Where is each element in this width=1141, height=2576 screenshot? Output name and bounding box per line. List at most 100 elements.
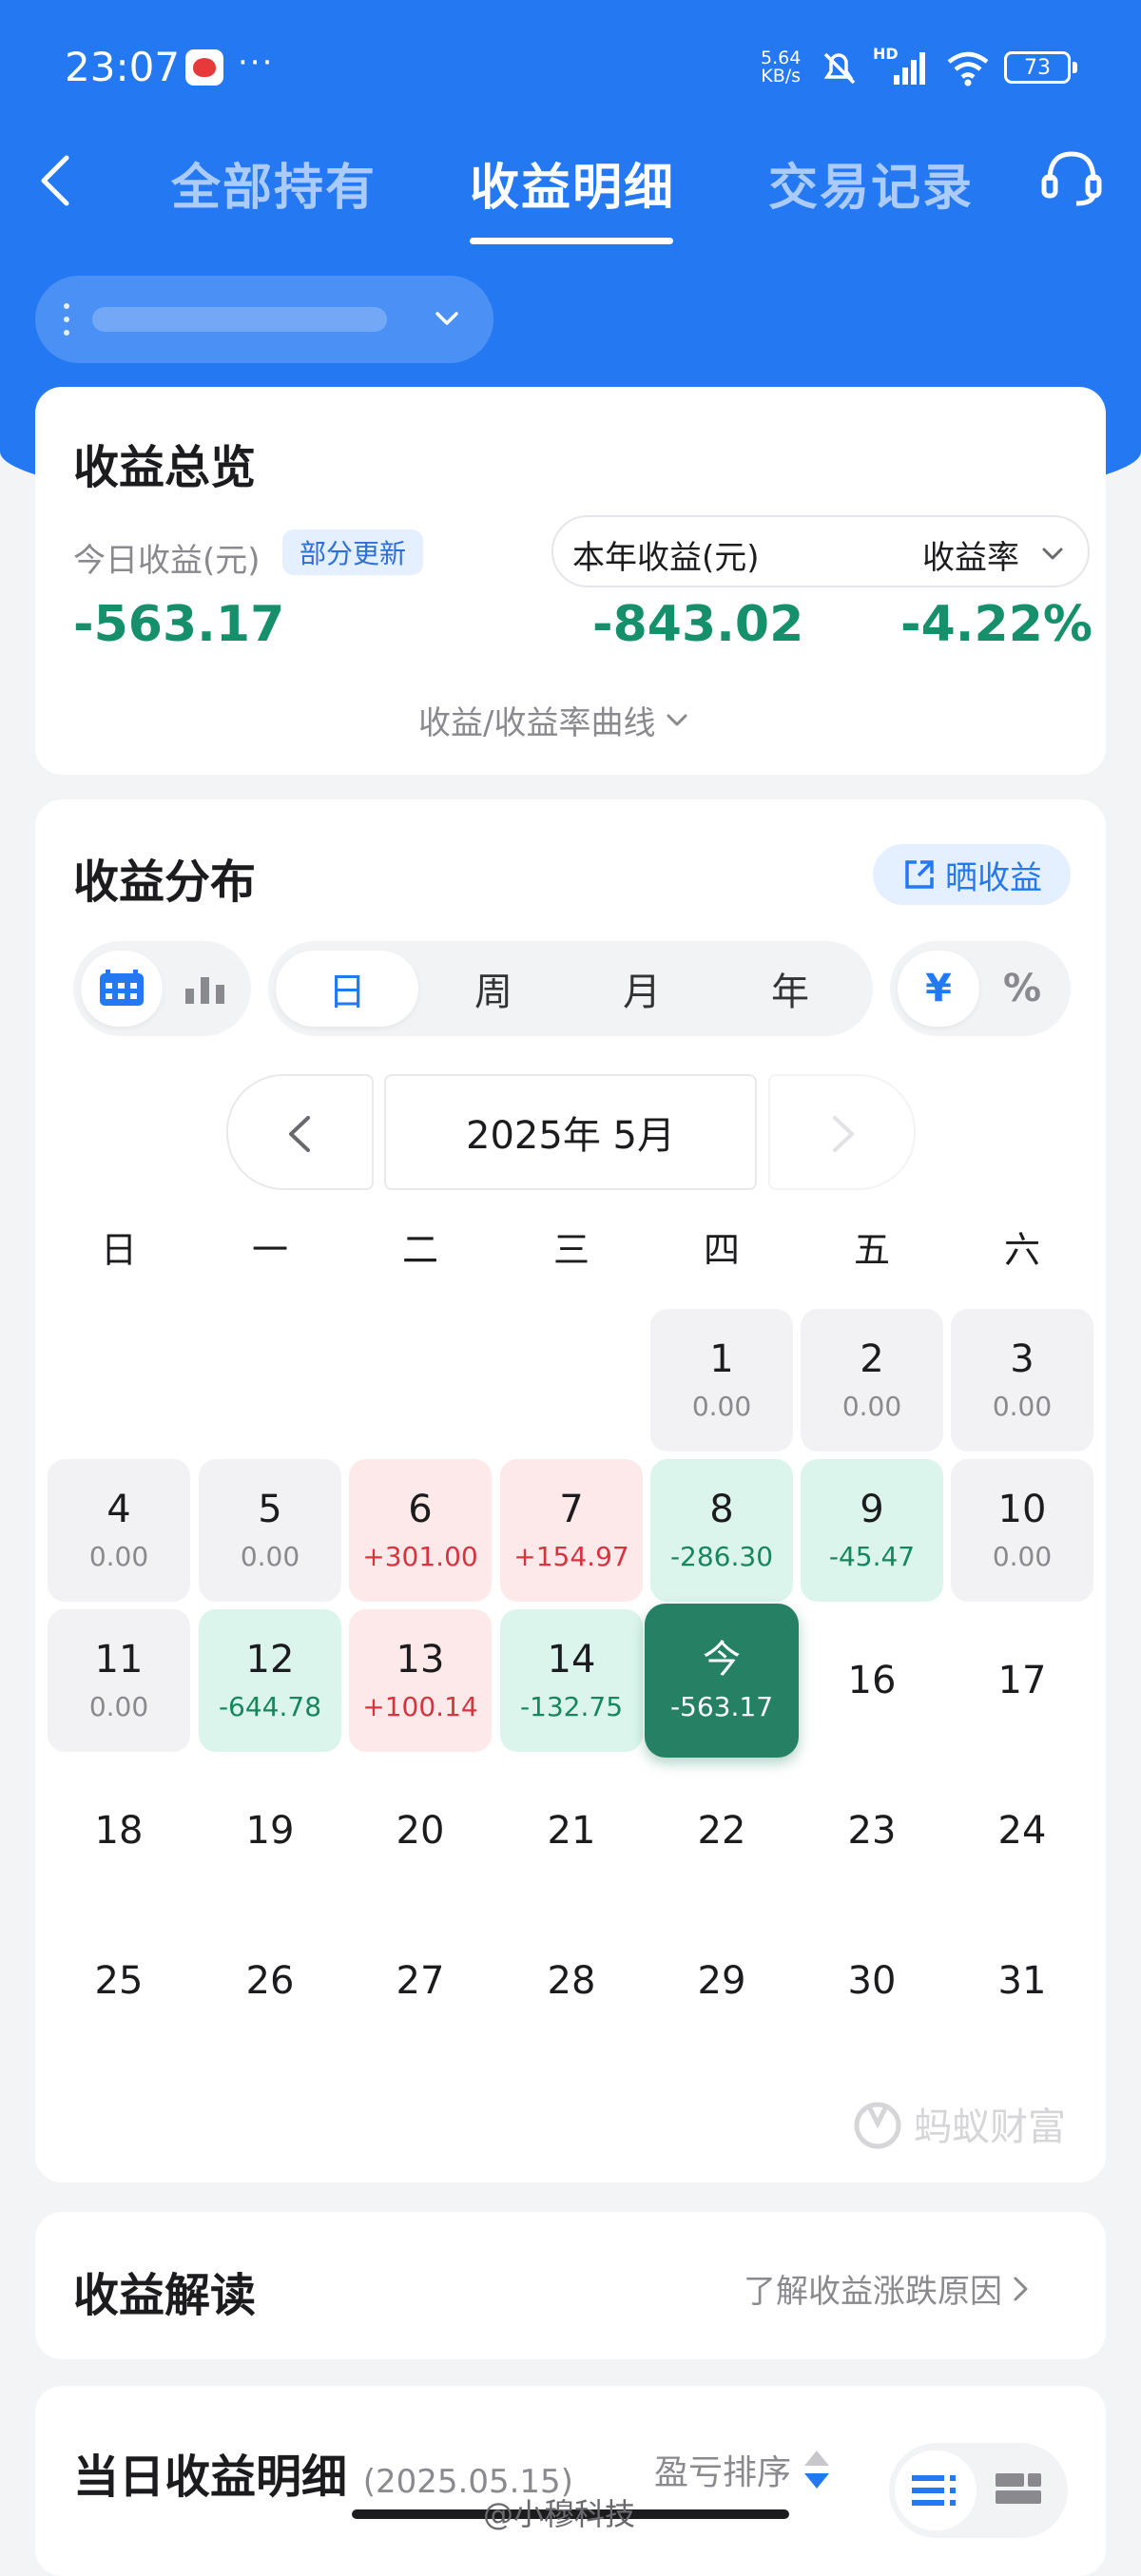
calendar-day[interactable]: 13 +100.14 [349, 1609, 492, 1752]
calendar-day-number: 8 [709, 1488, 734, 1531]
account-selector[interactable] [35, 276, 493, 363]
calendar-day-number: 27 [396, 1959, 445, 2003]
calendar-day[interactable]: 31 [951, 1910, 1093, 2052]
calendar-day[interactable]: 29 [650, 1910, 793, 2052]
calendar-day-number: 23 [847, 1809, 897, 1853]
card-view-icon[interactable] [996, 2471, 1043, 2506]
calendar-day[interactable]: 5 0.00 [199, 1459, 341, 1602]
net-speed-unit: KB/s [761, 66, 802, 87]
tab-earnings-detail[interactable]: 收益明细 [470, 147, 675, 219]
month-label: 2025年 5月 [384, 1074, 757, 1190]
account-name-redacted [92, 307, 387, 332]
bar-chart-view-button[interactable] [164, 951, 246, 1027]
calendar-day-number: 5 [258, 1488, 282, 1531]
interpretation-link[interactable]: 了解收益涨跌原因 [744, 2265, 1031, 2312]
share-earnings-button[interactable]: 晒收益 [873, 844, 1071, 905]
calendar-day[interactable]: 10 0.00 [951, 1459, 1093, 1602]
tab-all-holdings[interactable]: 全部持有 [171, 147, 377, 219]
calendar-day-number: 13 [396, 1638, 445, 1682]
calendar-view-button[interactable] [81, 951, 163, 1027]
update-badge: 部分更新 [282, 529, 424, 575]
calendar-day[interactable]: 20 [349, 1759, 492, 1902]
chevron-down-icon [1042, 548, 1063, 560]
calendar-day[interactable]: 21 [500, 1759, 643, 1902]
tab-transactions[interactable]: 交易记录 [768, 147, 974, 219]
calendar-day[interactable]: 24 [951, 1759, 1093, 1902]
calendar-day[interactable]: 28 [500, 1910, 643, 2052]
calendar-day-number: 29 [697, 1959, 746, 2003]
period-month[interactable]: 月 [570, 951, 713, 1027]
calendar-day-earnings: 0.00 [88, 1541, 149, 1572]
calendar-day-number: 25 [94, 1959, 144, 2003]
wifi-icon [947, 51, 989, 87]
year-earnings-value: -843.02 [592, 596, 804, 653]
calendar-day[interactable]: 14 -132.75 [500, 1609, 643, 1752]
calendar-day-number: 9 [860, 1488, 884, 1531]
back-icon[interactable] [36, 152, 74, 209]
calendar-day[interactable]: 11 0.00 [48, 1609, 190, 1752]
calendar-day-number: 26 [245, 1959, 295, 2003]
today-earnings-value: -563.17 [73, 596, 285, 653]
calendar-day[interactable]: 22 [650, 1759, 793, 1902]
calendar-day[interactable]: 27 [349, 1910, 492, 2052]
calendar-day[interactable]: 26 [199, 1910, 341, 2052]
calendar-day[interactable]: 30 [801, 1910, 943, 2052]
calendar-day[interactable]: 25 [48, 1910, 190, 2052]
calendar-day[interactable]: 1 0.00 [650, 1309, 793, 1451]
calendar-day[interactable]: 23 [801, 1759, 943, 1902]
weekday-label: 五 [853, 1229, 890, 1271]
list-view-button[interactable] [895, 2451, 977, 2530]
calendar-day-number: 21 [547, 1809, 596, 1853]
calendar-day[interactable]: 4 0.00 [48, 1459, 190, 1602]
more-notifications-icon: ··· [238, 44, 275, 82]
calendar-day[interactable]: 8 -286.30 [650, 1459, 793, 1602]
calendar-day-today[interactable]: 今 -563.17 [645, 1604, 799, 1758]
share-label: 晒收益 [945, 858, 1042, 897]
calendar-day-number: 19 [245, 1809, 295, 1853]
rate-value: -4.22% [900, 596, 1093, 653]
calendar-day-earnings: +301.00 [362, 1541, 478, 1572]
account-menu-icon [64, 303, 69, 336]
calendar-day-number: 今 [703, 1638, 741, 1682]
calendar-day[interactable]: 12 -644.78 [199, 1609, 341, 1752]
customer-service-icon[interactable] [1038, 144, 1105, 211]
sort-by-pnl[interactable]: 盈亏排序 [654, 2445, 831, 2494]
weekday-label: 日 [100, 1229, 137, 1271]
curve-toggle[interactable]: 收益/收益率曲线 [418, 697, 689, 743]
calendar-day[interactable]: 2 0.00 [801, 1309, 943, 1451]
calendar-day[interactable]: 19 [199, 1759, 341, 1902]
status-icons: HD 73 [818, 45, 1077, 89]
calendar-day-earnings: 0.00 [992, 1391, 1053, 1422]
calendar-day[interactable]: 18 [48, 1759, 190, 1902]
calendar-day-number: 12 [245, 1638, 295, 1682]
unit-percent[interactable]: % [981, 951, 1063, 1027]
calendar-day-number: 28 [547, 1959, 596, 2003]
calendar-day[interactable]: 9 -45.47 [801, 1459, 943, 1602]
calendar-day-number: 2 [860, 1337, 884, 1381]
share-icon [905, 860, 934, 889]
calendar-day-earnings: 0.00 [992, 1541, 1053, 1572]
calendar-day[interactable]: 3 0.00 [951, 1309, 1093, 1451]
calendar-day-earnings: -563.17 [669, 1691, 774, 1722]
calendar-day[interactable]: 6 +301.00 [349, 1459, 492, 1602]
bar-chart-icon [185, 977, 224, 1004]
chevron-down-icon [435, 312, 458, 325]
period-day[interactable]: 日 [276, 951, 418, 1027]
calendar-icon [100, 970, 144, 1006]
calendar-day-number: 30 [847, 1959, 897, 2003]
unit-toggle: ¥ % [890, 941, 1071, 1036]
period-year[interactable]: 年 [719, 951, 861, 1027]
calendar-day-number: 17 [997, 1659, 1047, 1702]
period-week[interactable]: 周 [422, 951, 565, 1027]
rate-label[interactable]: 收益率 [922, 531, 1019, 578]
calendar-day-number: 14 [547, 1638, 596, 1682]
calendar-day[interactable]: 17 [951, 1609, 1093, 1752]
calendar-day[interactable]: 16 [801, 1609, 943, 1752]
calendar-day[interactable]: 7 +154.97 [500, 1459, 643, 1602]
chevron-right-icon [1014, 2277, 1028, 2300]
unit-amount[interactable]: ¥ [898, 951, 979, 1027]
calendar-day-earnings: 0.00 [691, 1391, 752, 1422]
next-month-button[interactable] [768, 1074, 916, 1190]
prev-month-button[interactable] [226, 1074, 374, 1190]
calendar-day-number: 24 [997, 1809, 1047, 1853]
